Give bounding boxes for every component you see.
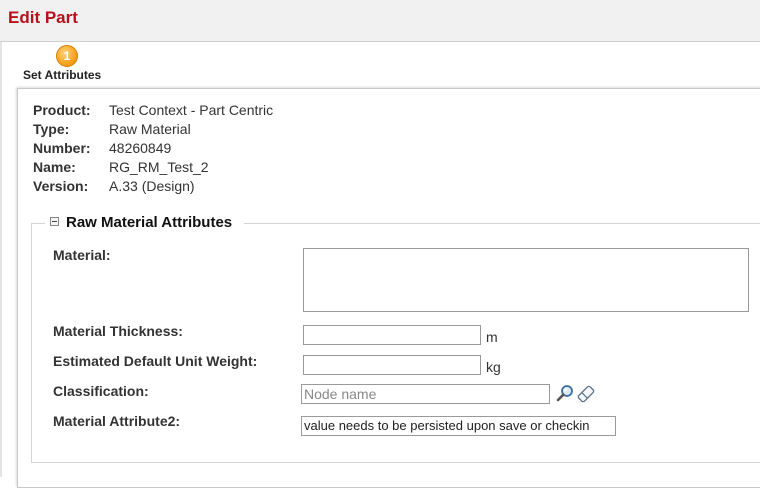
step-label: Set Attributes xyxy=(23,68,102,82)
material-thickness-input[interactable] xyxy=(303,325,481,345)
detail-row-product: Product: Test Context - Part Centric xyxy=(33,101,273,120)
step-number-badge: 1 xyxy=(56,45,78,67)
detail-value: A.33 (Design) xyxy=(109,178,195,194)
detail-value: Test Context - Part Centric xyxy=(109,102,274,118)
weight-unit: kg xyxy=(486,359,501,375)
detail-label: Type: xyxy=(33,121,70,137)
detail-row-name: Name: RG_RM_Test_2 xyxy=(33,158,273,177)
thickness-unit: m xyxy=(486,329,498,345)
detail-row-number: Number: 48260849 xyxy=(33,139,273,158)
material-label: Material: xyxy=(53,247,111,263)
part-details: Product: Test Context - Part Centric Type… xyxy=(33,101,273,196)
material-thickness-label: Material Thickness: xyxy=(53,323,183,339)
detail-row-type: Type: Raw Material xyxy=(33,120,273,139)
section-header[interactable]: Raw Material Attributes xyxy=(45,213,245,233)
detail-label: Version: xyxy=(33,178,89,194)
material-attribute2-input[interactable]: value needs to be persisted upon save or… xyxy=(301,416,616,436)
detail-label: Name: xyxy=(33,159,76,175)
material-attribute2-label: Material Attribute2: xyxy=(53,413,181,429)
section-title: Raw Material Attributes xyxy=(66,214,233,231)
left-border xyxy=(0,42,2,477)
magnifier-icon[interactable] xyxy=(556,384,574,402)
classification-label: Classification: xyxy=(53,383,149,399)
collapse-icon[interactable] xyxy=(50,216,59,226)
detail-value: 48260849 xyxy=(109,140,172,156)
wizard-step-set-attributes[interactable]: 1 Set Attributes xyxy=(23,45,123,85)
detail-label: Product: xyxy=(33,102,91,118)
unit-weight-input[interactable] xyxy=(303,355,481,375)
detail-value: Raw Material xyxy=(109,121,191,137)
material-textarea[interactable] xyxy=(303,248,749,312)
eraser-icon[interactable] xyxy=(575,385,597,403)
title-bar: Edit Part xyxy=(0,0,760,42)
classification-input[interactable]: Node name xyxy=(301,384,550,404)
unit-weight-label: Estimated Default Unit Weight: xyxy=(53,353,258,369)
detail-label: Number: xyxy=(33,140,91,156)
detail-value: RG_RM_Test_2 xyxy=(109,159,209,175)
detail-row-version: Version: A.33 (Design) xyxy=(33,177,273,196)
page-title: Edit Part xyxy=(8,8,78,27)
